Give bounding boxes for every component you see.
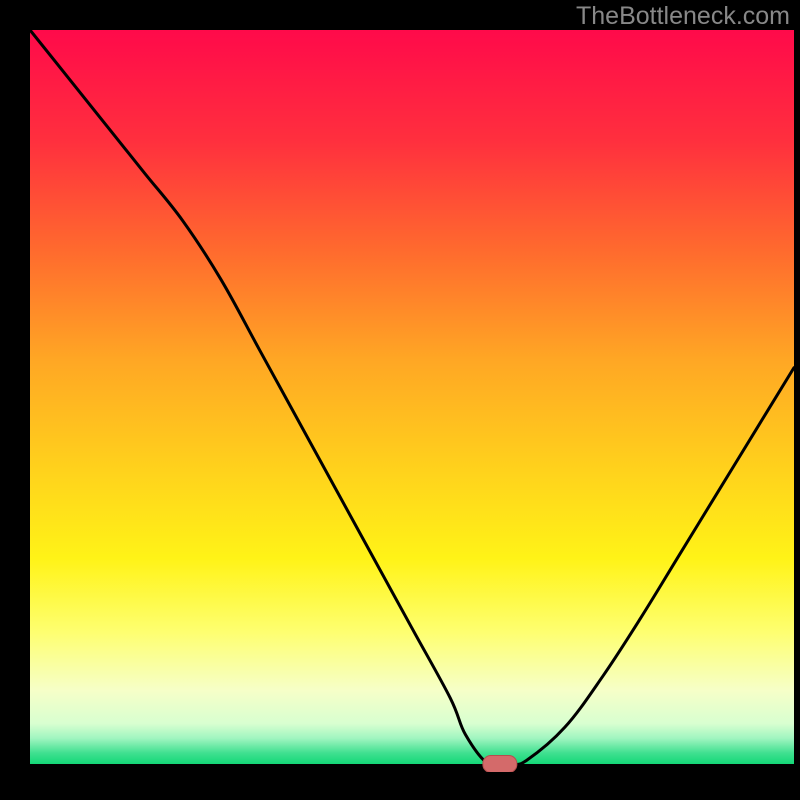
chart-container: TheBottleneck.com	[0, 0, 800, 800]
watermark-text: TheBottleneck.com	[576, 2, 790, 31]
chart-background-gradient	[30, 30, 794, 764]
optimum-marker	[483, 756, 517, 773]
bottleneck-chart	[0, 0, 800, 800]
